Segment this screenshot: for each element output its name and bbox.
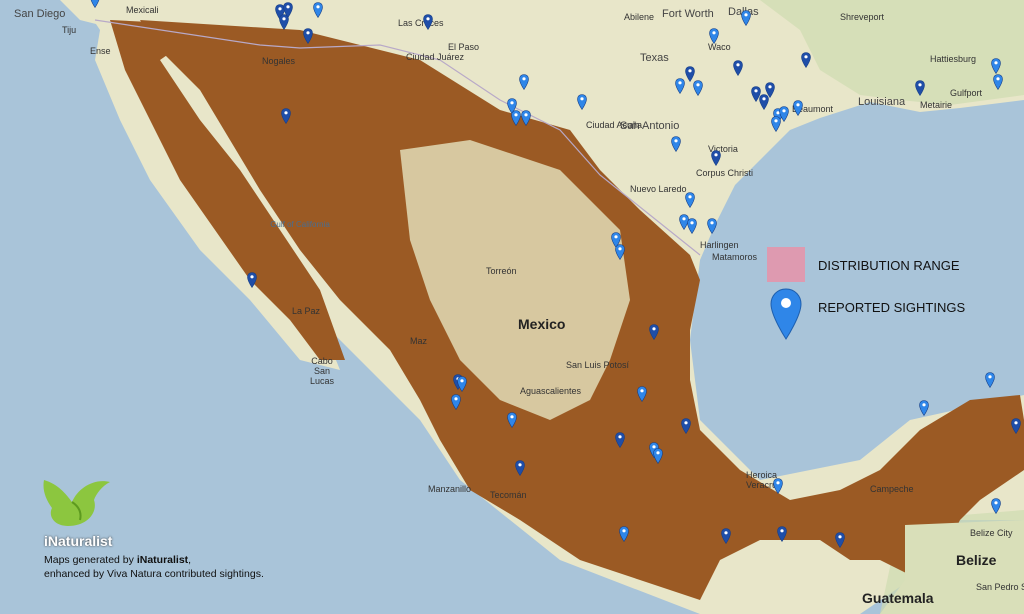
place-label: Harlingen bbox=[700, 240, 739, 250]
sighting-pin-icon[interactable] bbox=[687, 218, 697, 234]
credit-line2: enhanced by Viva Natura contributed sigh… bbox=[44, 568, 264, 580]
sighting-pin-icon[interactable] bbox=[615, 244, 625, 260]
sighting-pin-icon[interactable] bbox=[707, 218, 717, 234]
distribution-range-swatch bbox=[767, 247, 805, 282]
sighting-pin-icon[interactable] bbox=[709, 28, 719, 44]
brand-name: iNaturalist bbox=[44, 533, 113, 549]
place-label: Manzanillo bbox=[428, 484, 472, 494]
sighting-pin-icon[interactable] bbox=[283, 2, 293, 18]
sighting-pin-icon[interactable] bbox=[915, 80, 925, 96]
sighting-pin-icon[interactable] bbox=[777, 526, 787, 542]
place-label: Hattiesburg bbox=[930, 54, 977, 64]
place-label: Ense bbox=[90, 46, 111, 56]
sighting-pin-icon[interactable] bbox=[515, 460, 525, 476]
place-label: Aguascalientes bbox=[520, 386, 582, 396]
inaturalist-bird-icon bbox=[43, 480, 111, 526]
sighting-pin-icon[interactable] bbox=[693, 80, 703, 96]
sighting-pin-icon[interactable] bbox=[675, 78, 685, 94]
country-label: Belize bbox=[956, 552, 997, 568]
legend-pin-icon bbox=[770, 288, 802, 340]
place-label: Louisiana bbox=[858, 96, 906, 108]
sighting-pin-icon[interactable] bbox=[985, 372, 995, 388]
sighting-pin-icon[interactable] bbox=[247, 272, 257, 288]
place-label: San Luis Potosí bbox=[566, 360, 630, 370]
sighting-pin-icon[interactable] bbox=[685, 192, 695, 208]
sighting-pin-icon[interactable] bbox=[671, 136, 681, 152]
sighting-pin-icon[interactable] bbox=[733, 60, 743, 76]
place-label: Nuevo Laredo bbox=[630, 184, 687, 194]
place-label: Gulfport bbox=[950, 88, 983, 98]
place-label: Abilene bbox=[624, 12, 655, 22]
place-label: Texas bbox=[640, 52, 669, 64]
sighting-pin-icon[interactable] bbox=[741, 10, 751, 26]
place-label: Matamoros bbox=[712, 252, 758, 262]
sighting-pin-icon[interactable] bbox=[653, 448, 663, 464]
country-label: Guatemala bbox=[862, 590, 934, 606]
sighting-pin-icon[interactable] bbox=[765, 82, 775, 98]
sighting-pin-icon[interactable] bbox=[771, 116, 781, 132]
sighting-pin-icon[interactable] bbox=[511, 110, 521, 126]
sighting-pin-icon[interactable] bbox=[451, 394, 461, 410]
place-label: El Paso bbox=[448, 42, 480, 52]
sighting-pin-icon[interactable] bbox=[1011, 418, 1021, 434]
sighting-pin-icon[interactable] bbox=[801, 52, 811, 68]
sighting-pin-icon[interactable] bbox=[637, 386, 647, 402]
sighting-pin-icon[interactable] bbox=[507, 412, 517, 428]
place-label: Ciudad Juárez bbox=[406, 52, 465, 62]
sighting-pin-icon[interactable] bbox=[615, 432, 625, 448]
place-label: Shreveport bbox=[840, 12, 885, 22]
sighting-pin-icon[interactable] bbox=[681, 418, 691, 434]
sighting-pin-icon[interactable] bbox=[303, 28, 313, 44]
place-label: Cabo San Lucas bbox=[309, 356, 335, 386]
place-label: Torreón bbox=[486, 266, 517, 276]
place-label: Fort Worth bbox=[662, 8, 714, 20]
sighting-pin-icon[interactable] bbox=[619, 526, 629, 542]
place-label: Ciudad Acuña bbox=[586, 120, 643, 130]
place-label: Tiju bbox=[62, 25, 77, 35]
country-label: Mexico bbox=[518, 316, 566, 332]
sighting-pin-icon[interactable] bbox=[281, 108, 291, 124]
sighting-pin-icon[interactable] bbox=[919, 400, 929, 416]
sighting-pin-icon[interactable] bbox=[90, 0, 100, 8]
place-label: Nogales bbox=[262, 56, 296, 66]
sighting-pin-icon[interactable] bbox=[711, 150, 721, 166]
place-label: San Diego bbox=[14, 8, 66, 20]
sighting-pin-icon[interactable] bbox=[835, 532, 845, 548]
water-label: Gulf of California bbox=[270, 220, 330, 229]
sighting-pin-icon[interactable] bbox=[521, 110, 531, 126]
sighting-pin-icon[interactable] bbox=[991, 498, 1001, 514]
sighting-pin-icon[interactable] bbox=[577, 94, 587, 110]
place-label: Corpus Christi bbox=[696, 168, 754, 178]
place-label: San Pedro S bbox=[976, 582, 1024, 592]
legend-range-label: DISTRIBUTION RANGE bbox=[818, 258, 960, 273]
place-label: Campeche bbox=[870, 484, 914, 494]
credit-suffix: , bbox=[188, 554, 192, 566]
sighting-pin-icon[interactable] bbox=[721, 528, 731, 544]
sighting-pin-icon[interactable] bbox=[519, 74, 529, 90]
sighting-pin-icon[interactable] bbox=[993, 74, 1003, 90]
place-label: Maz bbox=[410, 336, 428, 346]
sighting-pin-icon[interactable] bbox=[313, 2, 323, 18]
place-label: Metairie bbox=[920, 100, 953, 110]
sighting-pin-icon[interactable] bbox=[773, 478, 783, 494]
sighting-pin-icon[interactable] bbox=[793, 100, 803, 116]
sighting-pin-icon[interactable] bbox=[649, 324, 659, 340]
sighting-pin-icon[interactable] bbox=[991, 58, 1001, 74]
map-credits: Maps generated by iNaturalist, enhanced … bbox=[44, 553, 264, 581]
place-label: Belize City bbox=[970, 528, 1013, 538]
credit-brand: iNaturalist bbox=[136, 554, 189, 566]
place-label: La Paz bbox=[292, 306, 321, 316]
sighting-pin-icon[interactable] bbox=[457, 376, 467, 392]
place-label: Mexicali bbox=[126, 5, 159, 15]
legend-sightings-label: REPORTED SIGHTINGS bbox=[818, 300, 966, 315]
credit-prefix: Maps generated by bbox=[44, 554, 137, 566]
place-label: Tecomán bbox=[490, 490, 527, 500]
sighting-pin-icon[interactable] bbox=[423, 14, 433, 30]
place-label: Las Cruces bbox=[398, 18, 444, 28]
